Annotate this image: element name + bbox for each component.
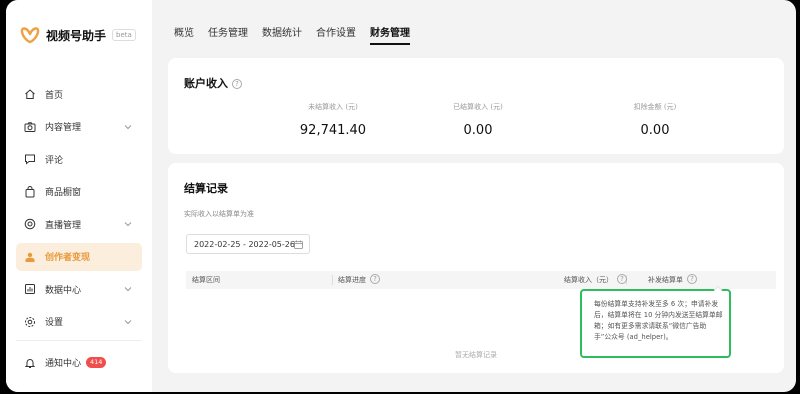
notification-label: 通知中心 bbox=[45, 359, 82, 369]
sidebar-item-creator[interactable]: 创作者变现 bbox=[16, 242, 142, 271]
gear-icon bbox=[25, 316, 35, 327]
sidebar-item-live[interactable]: 直播管理 bbox=[16, 210, 142, 238]
chevron-down-icon bbox=[124, 319, 132, 324]
chevron-down-icon bbox=[124, 222, 132, 227]
chart-icon bbox=[25, 284, 35, 294]
calendar-icon bbox=[294, 240, 303, 249]
income-title-text: 账户收入 bbox=[184, 77, 228, 90]
tab-tasks[interactable]: 任务管理 bbox=[208, 24, 248, 45]
reissue-tooltip: 每份结算单支持补发至多 6 次；申请补发后，结算单将在 10 分钟内发送至结算单… bbox=[580, 285, 731, 358]
sidebar-divider bbox=[16, 340, 142, 341]
sidebar-item-label: 数据中心 bbox=[45, 285, 82, 296]
sidebar-item-comments[interactable]: 评论 bbox=[16, 145, 142, 173]
sidebar-item-label: 评论 bbox=[45, 155, 64, 166]
income-card: 账户收入? 未结算收入 (元) 92,741.40 已结算收入 (元) 0.00… bbox=[168, 58, 784, 154]
help-icon[interactable]: ? bbox=[232, 79, 242, 89]
sidebar-item-home[interactable]: 首页 bbox=[16, 80, 142, 108]
beta-badge: beta bbox=[112, 29, 136, 41]
tab-statistics[interactable]: 数据统计 bbox=[262, 24, 302, 45]
sidebar-item-label: 创作者变现 bbox=[45, 253, 91, 263]
date-range-picker[interactable]: 2022-02-25 - 2022-05-26 bbox=[186, 234, 310, 254]
column-header-text: 补发结算单 bbox=[648, 276, 683, 284]
sidebar-item-content[interactable]: 内容管理 bbox=[16, 113, 142, 141]
logo-icon bbox=[20, 27, 40, 44]
settlement-subtitle: 实际收入以结算单为准 bbox=[184, 210, 254, 218]
live-icon bbox=[24, 218, 36, 230]
date-range-value: 2022-02-25 - 2022-05-26 bbox=[194, 239, 295, 249]
help-icon[interactable]: ? bbox=[617, 274, 627, 284]
column-header: 补发结算单? bbox=[648, 271, 697, 289]
tab-bar: 概览 任务管理 数据统计 合作设置 财务管理 bbox=[174, 24, 424, 45]
deduction-stat: 扣除金额 (元) 0.00 bbox=[565, 102, 745, 138]
sidebar-item-label: 设置 bbox=[45, 318, 64, 328]
bag-icon bbox=[25, 185, 35, 197]
settled-income-stat: 已结算收入 (元) 0.00 bbox=[388, 102, 568, 138]
sidebar-item-label: 直播管理 bbox=[45, 220, 82, 231]
tab-overview[interactable]: 概览 bbox=[174, 24, 194, 45]
sidebar-item-label: 内容管理 bbox=[45, 123, 82, 133]
app-title: 视频号助手 bbox=[46, 28, 107, 43]
help-icon[interactable]: ? bbox=[687, 274, 697, 284]
notification-center[interactable]: 通知中心 414 bbox=[24, 356, 107, 369]
table-header: 结算区间 结算进度? 结算收入（元）? 补发结算单? bbox=[186, 271, 776, 289]
sidebar-item-label: 商品橱窗 bbox=[45, 188, 82, 198]
stat-value: 0.00 bbox=[640, 123, 670, 138]
bell-icon bbox=[24, 358, 36, 368]
tab-cooperation[interactable]: 合作设置 bbox=[316, 24, 356, 45]
creator-icon bbox=[25, 252, 35, 262]
stat-value: 0.00 bbox=[463, 123, 493, 138]
top-nav: 概览 任务管理 数据统计 合作设置 财务管理 bbox=[152, 0, 796, 56]
settlement-title: 结算记录 bbox=[184, 182, 228, 195]
column-header-text: 结算收入（元） bbox=[564, 276, 613, 284]
home-icon bbox=[25, 89, 35, 99]
chevron-down-icon bbox=[124, 124, 132, 129]
sidebar-item-data[interactable]: 数据中心 bbox=[16, 275, 142, 303]
tab-finance[interactable]: 财务管理 bbox=[370, 24, 410, 45]
stat-label: 扣除金额 (元) bbox=[633, 103, 677, 111]
column-header: 结算区间 bbox=[192, 276, 220, 284]
camera-icon bbox=[24, 121, 36, 132]
tooltip-text: 每份结算单支持补发至多 6 次；申请补发后，结算单将在 10 分钟内发送至结算单… bbox=[594, 300, 723, 341]
help-icon[interactable]: ? bbox=[370, 274, 380, 284]
sidebar-nav: 首页 内容管理 评论 商品橱窗 直播管理 创作者变现 数据中心 设置 bbox=[6, 80, 152, 340]
column-header: 结算进度? bbox=[338, 271, 380, 289]
sidebar-item-settings[interactable]: 设置 bbox=[16, 308, 142, 336]
comment-icon bbox=[25, 154, 35, 165]
sidebar-item-shop[interactable]: 商品橱窗 bbox=[16, 178, 142, 206]
app-logo-row[interactable]: 视频号助手 beta bbox=[20, 24, 136, 46]
stat-label: 已结算收入 (元) bbox=[453, 103, 503, 111]
notification-badge: 414 bbox=[86, 357, 107, 368]
chevron-down-icon bbox=[124, 287, 132, 292]
column-header: 结算收入（元）? bbox=[564, 271, 627, 289]
column-header-text: 结算进度 bbox=[338, 276, 366, 284]
sidebar-item-label: 首页 bbox=[45, 90, 64, 101]
sidebar: 视频号助手 beta 首页 内容管理 评论 商品橱窗 直播管理 创作者变现 数据… bbox=[6, 0, 152, 392]
column-divider bbox=[332, 275, 333, 285]
income-title: 账户收入? bbox=[184, 75, 242, 91]
